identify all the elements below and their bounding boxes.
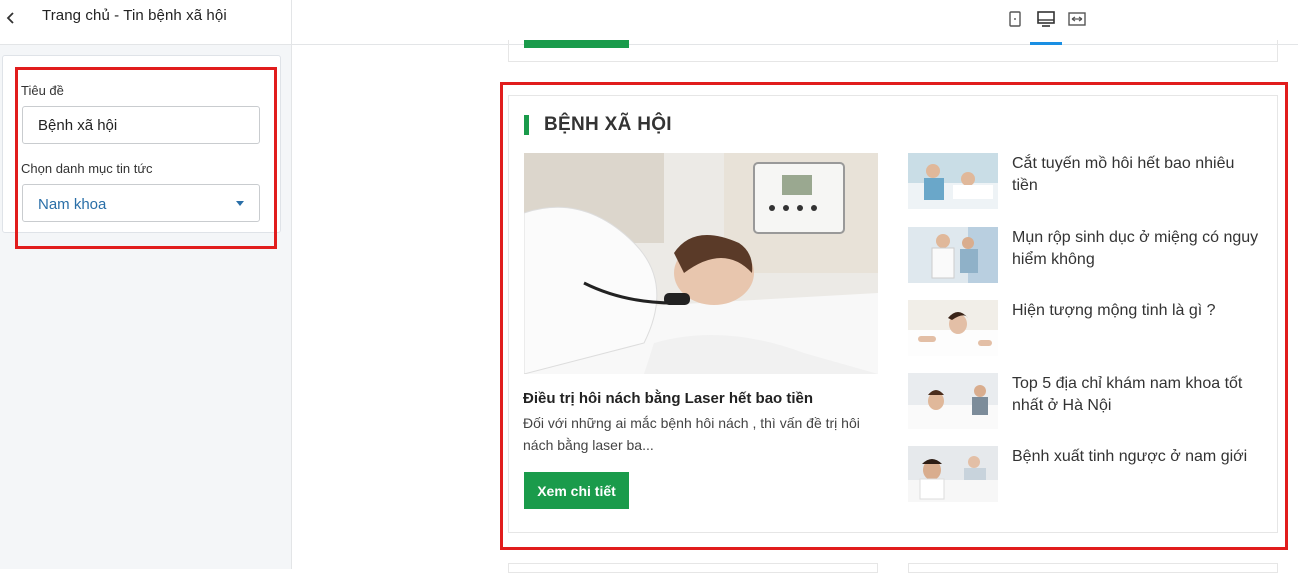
fullwidth-icon[interactable] (1067, 9, 1087, 29)
back-chevron-icon[interactable] (4, 8, 18, 28)
highlight-box-section (500, 82, 1288, 550)
settings-sidebar: Trang chủ - Tin bệnh xã hội Tiêu đề Chọn… (0, 0, 292, 569)
panel-title: Trang chủ - Tin bệnh xã hội (42, 7, 227, 24)
mobile-icon[interactable] (1005, 9, 1025, 29)
previous-section-button[interactable] (524, 40, 629, 48)
highlight-box-settings (15, 67, 277, 249)
preview-toolbar (292, 0, 1298, 45)
next-section-card (508, 563, 878, 573)
next-section-card (908, 563, 1278, 573)
sidebar-header: Trang chủ - Tin bệnh xã hội (0, 0, 291, 45)
desktop-icon[interactable] (1036, 9, 1056, 29)
